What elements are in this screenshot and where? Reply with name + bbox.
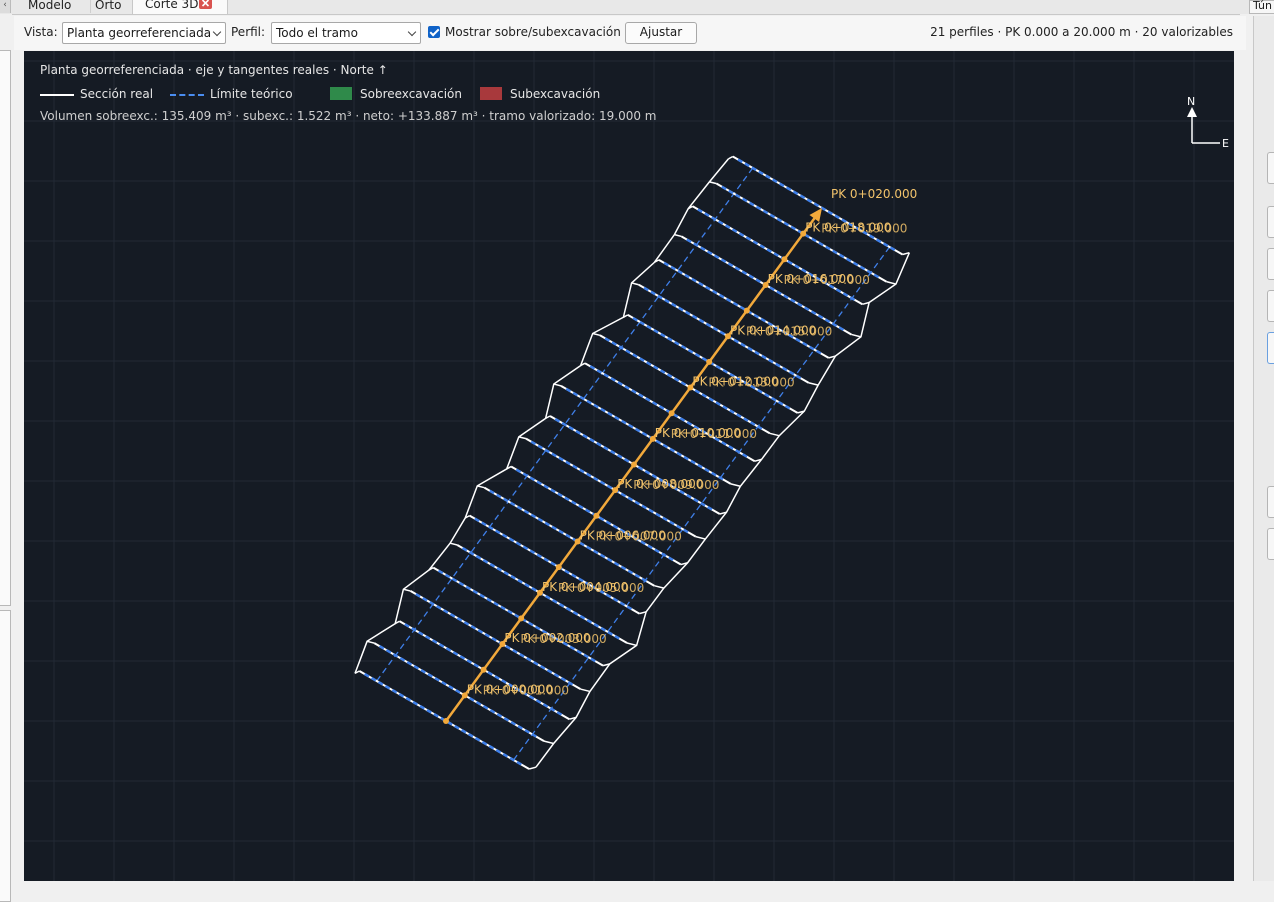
station-marker[interactable] (631, 461, 637, 468)
legend-label: Subexcavación (510, 87, 601, 101)
compass-north-label: N (1187, 95, 1195, 108)
pk-end-label: PK 0+020.000 (831, 187, 917, 201)
plan-view-drawing[interactable]: PK 0+000.000PK 0+001.000PK 0+002.000PK 0… (24, 51, 1234, 881)
pk-label: PK 0+005.000 (558, 581, 644, 595)
vista-select[interactable]: Planta georreferenciada (62, 22, 226, 44)
section-end-tick (449, 542, 458, 546)
right-panel-strip (1253, 16, 1274, 881)
section-outline-left (354, 158, 729, 674)
tab-corte-3d[interactable]: Corte 3D (132, 0, 228, 14)
sobreexcavacion-checkbox-label[interactable]: Mostrar sobre/subexcavación (445, 25, 621, 39)
pk-label: PK 0+011.000 (671, 427, 757, 441)
close-tab-icon[interactable] (199, 0, 212, 9)
section-end-tick (728, 155, 734, 160)
left-panel-lower (0, 610, 11, 902)
vista-select-value: Planta georreferenciada (67, 26, 212, 40)
legend-green-swatch (330, 87, 352, 100)
legend-solid-line-swatch (40, 94, 74, 96)
side-button-7[interactable] (1267, 528, 1274, 560)
pk-label: PK 0+015.000 (746, 324, 832, 338)
legend-label: Límite teórico (210, 87, 293, 101)
side-button-6[interactable] (1267, 486, 1274, 518)
section-end-tick (477, 485, 485, 489)
station-marker[interactable] (443, 718, 449, 724)
ajustar-button[interactable]: Ajustar (625, 22, 697, 44)
section-end-tick (654, 584, 665, 589)
pk-label: PK 0+007.000 (596, 529, 682, 543)
tab-orto[interactable]: Orto (90, 0, 125, 13)
station-marker[interactable] (668, 410, 675, 417)
section-end-tick (366, 640, 375, 644)
station-marker[interactable] (518, 615, 525, 622)
toolbar: Vista: Planta georreferenciada Perfil: T… (14, 16, 1246, 50)
sobreexcavacion-checkbox[interactable] (428, 26, 440, 38)
section-end-tick (553, 383, 562, 387)
legend-dashed-line-swatch (170, 94, 204, 96)
section-end-tick (709, 181, 717, 185)
side-button-4[interactable] (1267, 290, 1274, 322)
section-end-tick (518, 436, 527, 440)
tab-modelo[interactable]: Modelo (24, 0, 75, 13)
scroll-left-icon[interactable]: ‹ (0, 0, 11, 13)
chevron-down-icon (407, 27, 417, 37)
tab-corte-3d-label: Corte 3D (145, 0, 199, 11)
section-end-tick (851, 333, 862, 338)
station-marker[interactable] (781, 256, 788, 263)
perfil-select[interactable]: Todo el tramo (271, 22, 421, 44)
station-marker[interactable] (593, 512, 600, 519)
chevron-down-icon (212, 27, 222, 37)
left-panel-upper (0, 50, 11, 606)
station-marker[interactable] (480, 666, 487, 673)
perfil-label: Perfil: (231, 25, 266, 39)
section-end-tick (543, 740, 554, 745)
volume-summary: Volumen sobreexc.: 135.409 m³ · subexc.:… (40, 109, 657, 123)
section-end-tick (528, 766, 537, 770)
side-button-3[interactable] (1267, 248, 1274, 280)
pk-label: PK 0+013.000 (708, 376, 794, 390)
view-title: Planta georreferenciada · eje y tangente… (40, 63, 388, 77)
legend-subexcavacion: Subexcavación (480, 87, 600, 101)
compass-arrow-icon (1187, 107, 1197, 117)
perfil-select-value: Todo el tramo (276, 26, 358, 40)
pk-label: PK 0+003.000 (520, 632, 606, 646)
section-outline-right (535, 252, 911, 768)
section-end-tick (403, 588, 411, 592)
section-end-tick (695, 535, 706, 540)
pk-label: PK 0+009.000 (633, 478, 719, 492)
legend-red-swatch (480, 87, 502, 100)
station-marker[interactable] (743, 307, 750, 314)
section-end-tick (626, 642, 637, 647)
station-marker[interactable] (555, 564, 562, 571)
pk-label: PK 0+017.000 (784, 273, 870, 287)
pk-label: PK 0+001.000 (483, 683, 569, 697)
legend-seccion-real: Sección real (40, 87, 153, 101)
cross-section-theoretical (737, 158, 898, 253)
left-panel (0, 14, 12, 902)
section-end-tick (631, 282, 639, 286)
vista-label: Vista: (24, 25, 58, 39)
tab-tunel[interactable]: Tún (1249, 0, 1274, 14)
legend-label: Sección real (80, 87, 154, 101)
profile-summary: 21 perfiles · PK 0.000 a 20.000 m · 20 v… (930, 25, 1233, 39)
section-end-tick (808, 382, 819, 386)
compass-east-label: E (1222, 137, 1229, 150)
side-button-5[interactable] (1267, 332, 1274, 364)
legend-label: Sobreexcavación (360, 87, 462, 101)
side-button-2[interactable] (1267, 206, 1274, 238)
section-end-tick (674, 233, 682, 238)
pk-label: PK 0+019.000 (821, 222, 907, 236)
legend-limite-teorico: Límite teórico (170, 87, 293, 101)
section-end-tick (580, 688, 591, 693)
plan-view-canvas[interactable]: PK 0+000.000 PK 0+001.000 PK 0+002.000 PK 0… (24, 51, 1234, 881)
right-panel (1240, 14, 1274, 881)
section-end-tick (730, 483, 741, 487)
station-marker[interactable] (706, 358, 713, 365)
legend-sobreexcavacion: Sobreexcavación (330, 87, 462, 101)
side-button-1[interactable] (1267, 152, 1274, 184)
